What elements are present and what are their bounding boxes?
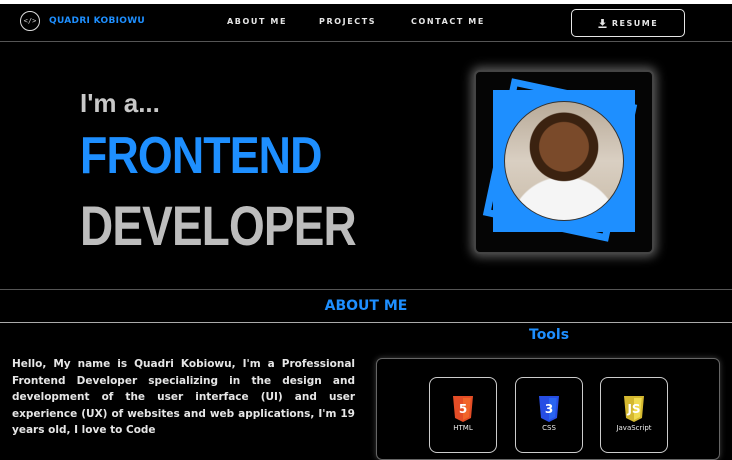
nav-link-contact-me[interactable]: CONTACT ME (411, 17, 485, 26)
svg-text:3: 3 (545, 402, 553, 416)
html5-icon: 5 (453, 396, 473, 422)
code-logo-icon: </> (20, 11, 40, 31)
javascript-icon: JS (624, 396, 644, 422)
avatar (504, 101, 624, 221)
tool-card-css[interactable]: 3 CSS (515, 377, 583, 453)
svg-text:5: 5 (459, 402, 467, 416)
tool-label: CSS (542, 424, 556, 432)
tools-title: Tools (529, 327, 570, 343)
tools-card: 5 HTML 3 CSS JS JavaScript (376, 358, 720, 460)
about-section-header: ABOUT ME (0, 289, 732, 323)
svg-text:JS: JS (626, 402, 640, 416)
nav-link-about-me[interactable]: ABOUT ME (227, 17, 287, 26)
hero-role-line1: FRONTEND (80, 127, 322, 185)
resume-button[interactable]: RESUME (571, 9, 685, 37)
download-icon (598, 18, 607, 28)
profile-photo-card (474, 70, 654, 254)
hero-intro: I'm a... (80, 88, 160, 118)
nav-link-projects[interactable]: PROJECTS (319, 17, 376, 26)
navbar: </> QUADRI KOBIOWU ABOUT ME PROJECTS CON… (0, 4, 732, 42)
brand-name: QUADRI KOBIOWU (49, 16, 146, 26)
tool-label: JavaScript (616, 424, 652, 432)
hero-role-line2: DEVELOPER (80, 194, 357, 257)
tool-card-javascript[interactable]: JS JavaScript (600, 377, 668, 453)
tool-card-html[interactable]: 5 HTML (429, 377, 497, 453)
tool-label: HTML (453, 424, 473, 432)
about-text: Hello, My name is Quadri Kobiowu, I'm a … (12, 358, 355, 436)
resume-label: RESUME (611, 18, 659, 28)
brand[interactable]: </> QUADRI KOBIOWU (20, 11, 145, 31)
section-title: ABOUT ME (324, 298, 408, 314)
css3-icon: 3 (539, 396, 559, 422)
